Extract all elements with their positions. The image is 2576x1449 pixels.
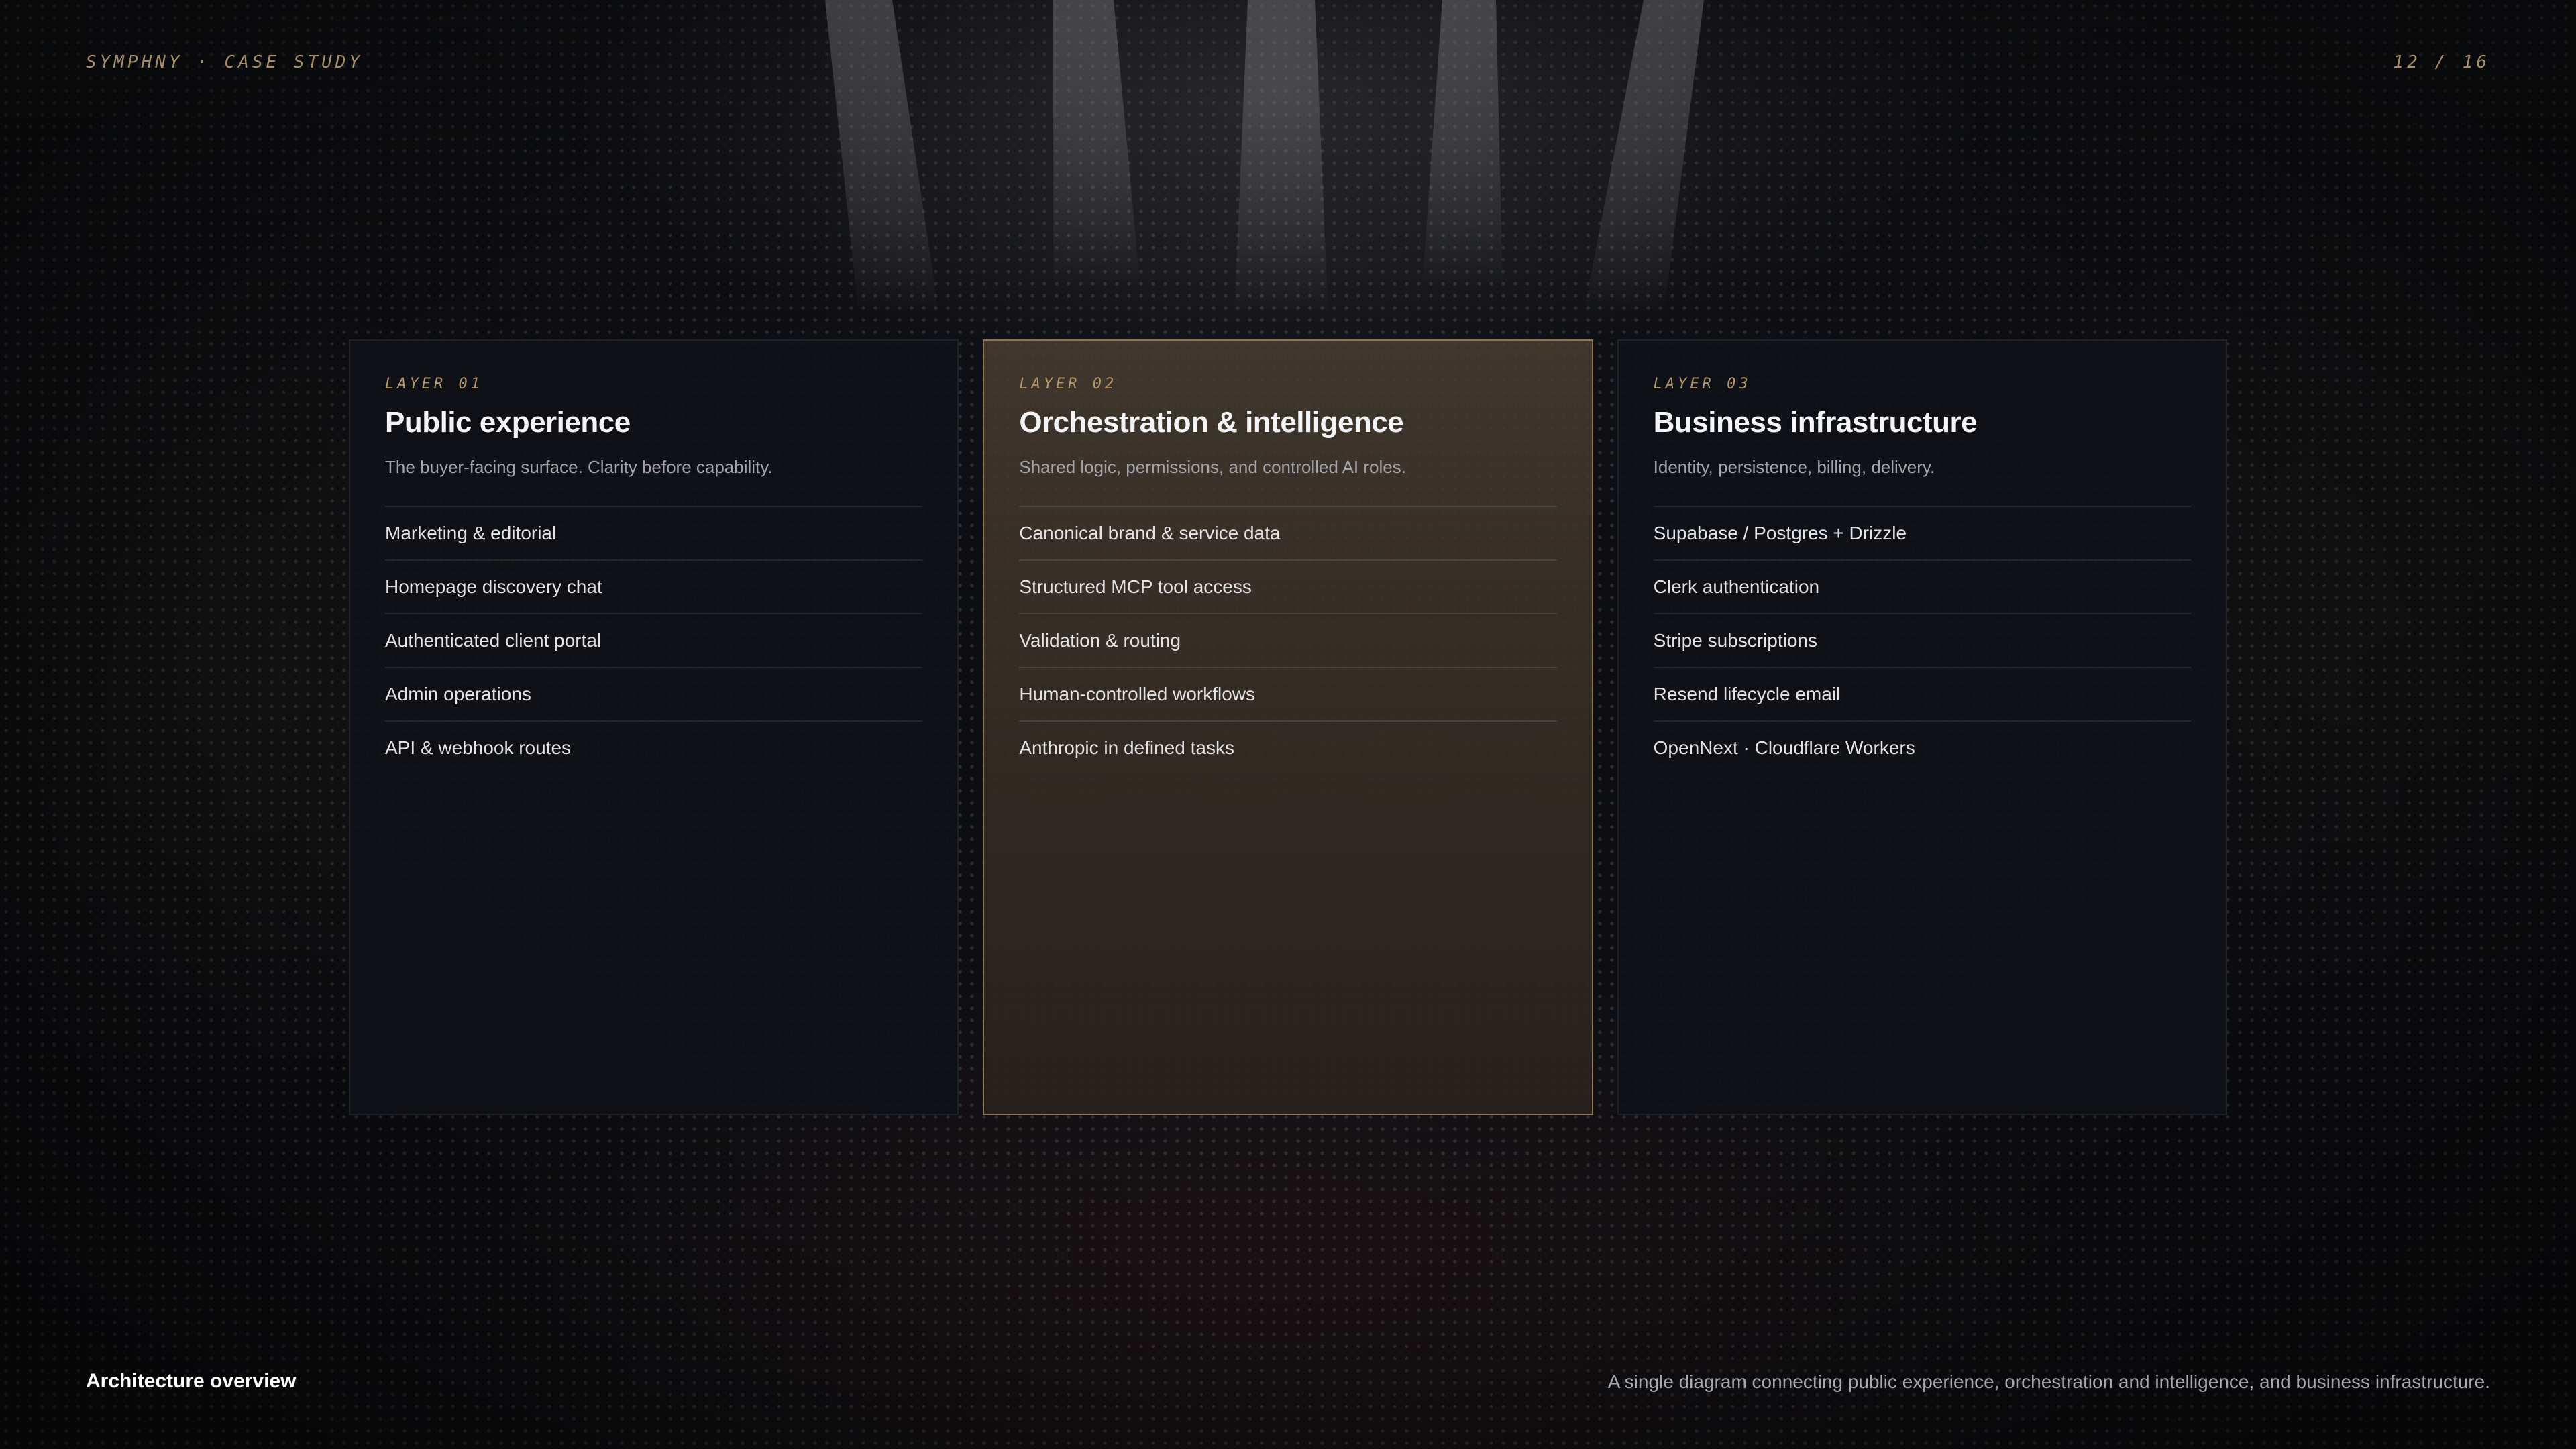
list-item: Resend lifecycle email bbox=[1653, 668, 2191, 722]
layer-subtitle: Shared logic, permissions, and controlle… bbox=[1019, 457, 1406, 477]
deck-brand-label: SYMPHNY · CASE STUDY bbox=[86, 52, 364, 72]
list-item: Authenticated client portal bbox=[385, 614, 923, 668]
page-indicator: 12 / 16 bbox=[2393, 52, 2490, 72]
slide-title: Architecture overview bbox=[86, 1370, 297, 1392]
list-item: Anthropic in defined tasks bbox=[1019, 737, 1234, 758]
architecture-layers: LAYER 01 Public experience The buyer-fac… bbox=[349, 339, 2227, 1115]
slide-caption: A single diagram connecting public exper… bbox=[1607, 1371, 2490, 1392]
slide: SYMPHNY · CASE STUDY 12 / 16 LAYER 01 Pu… bbox=[0, 0, 2576, 1449]
list-item: Homepage discovery chat bbox=[385, 561, 923, 614]
layer-title: Orchestration & intelligence bbox=[1019, 406, 1404, 439]
list-item: API & webhook routes bbox=[385, 737, 572, 758]
stage-spotlights-illustration bbox=[825, 0, 1704, 315]
layer-subtitle: The buyer-facing surface. Clarity before… bbox=[385, 457, 773, 477]
list-item: Structured MCP tool access bbox=[1019, 561, 1557, 614]
layer-card-business-infrastructure: LAYER 03 Business infrastructure Identit… bbox=[1617, 339, 2227, 1115]
list-item: Supabase / Postgres + Drizzle bbox=[1653, 507, 2191, 561]
list-item: Admin operations bbox=[385, 668, 923, 722]
list-item: Validation & routing bbox=[1019, 614, 1557, 668]
list-item: Human-controlled workflows bbox=[1019, 668, 1557, 722]
list-item: OpenNext · Cloudflare Workers bbox=[1653, 737, 1915, 758]
layer-card-orchestration-intelligence: LAYER 02 Orchestration & intelligence Sh… bbox=[983, 339, 1593, 1115]
layer-title: Public experience bbox=[385, 406, 631, 439]
list-item: Canonical brand & service data bbox=[1019, 507, 1557, 561]
layer-item-list: Supabase / Postgres + Drizzle Clerk auth… bbox=[1653, 506, 2191, 774]
list-item: Stripe subscriptions bbox=[1653, 614, 2191, 668]
layer-subtitle: Identity, persistence, billing, delivery… bbox=[1653, 457, 1935, 477]
layer-title: Business infrastructure bbox=[1653, 406, 1978, 439]
list-item: Clerk authentication bbox=[1653, 561, 2191, 614]
layer-item-list: Canonical brand & service data Structure… bbox=[1019, 506, 1557, 774]
layer-label: LAYER 01 bbox=[385, 376, 483, 392]
layer-label: LAYER 02 bbox=[1019, 376, 1118, 392]
layer-card-public-experience: LAYER 01 Public experience The buyer-fac… bbox=[349, 339, 959, 1115]
layer-item-list: Marketing & editorial Homepage discovery… bbox=[385, 506, 923, 774]
list-item: Marketing & editorial bbox=[385, 507, 923, 561]
layer-label: LAYER 03 bbox=[1653, 376, 1752, 392]
